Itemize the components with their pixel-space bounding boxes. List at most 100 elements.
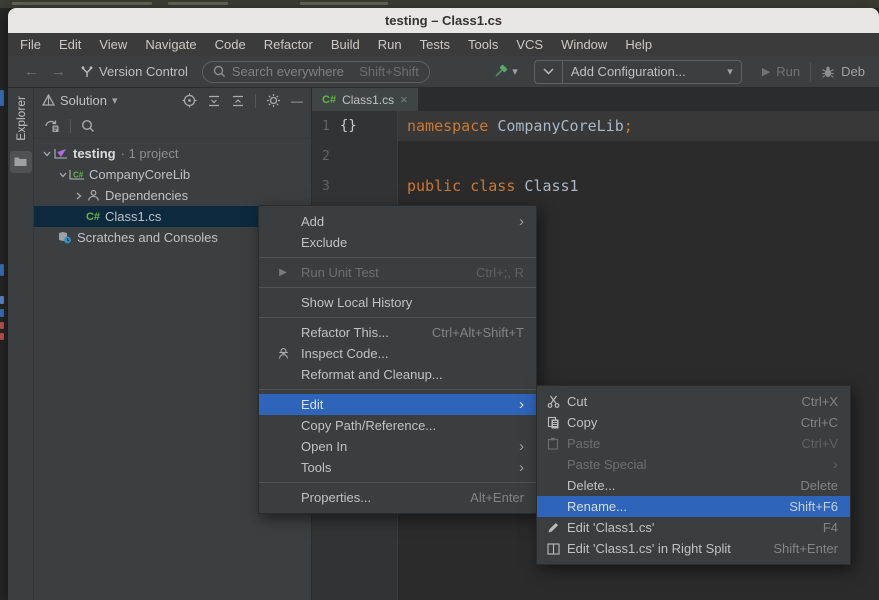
chevron-expanded-icon[interactable] [42, 151, 52, 157]
menu-item-reformat-and-cleanup[interactable]: Reformat and Cleanup... [259, 364, 536, 385]
menu-item-delete[interactable]: Delete... Delete [537, 475, 850, 496]
back-icon[interactable]: ← [18, 63, 45, 80]
csharp-file-icon: C# [84, 211, 102, 223]
hammer-icon [492, 63, 509, 80]
menu-navigate[interactable]: Navigate [136, 35, 205, 54]
title-bar[interactable]: testing – Class1.cs [8, 8, 879, 33]
search-shortcut-hint: Shift+Shift [359, 64, 419, 79]
solution-name: testing [73, 146, 116, 161]
menu-help[interactable]: Help [616, 35, 661, 54]
version-control-button[interactable]: Version Control [80, 64, 188, 79]
locate-file-icon[interactable] [182, 93, 197, 108]
menu-tests[interactable]: Tests [411, 35, 459, 54]
menu-build[interactable]: Build [322, 35, 369, 54]
line-number: 1{} [312, 111, 397, 141]
background-artifact [0, 90, 4, 106]
play-icon: ▶ [762, 65, 770, 78]
chevron-down-icon[interactable]: ▾ [512, 65, 518, 78]
explorer-stripe-label[interactable]: Explorer [14, 96, 28, 141]
solution-icon [52, 147, 70, 160]
scratches-label: Scratches and Consoles [77, 230, 218, 245]
configuration-label-cell[interactable]: Add Configuration... ▾ [563, 64, 741, 79]
background-artifact [0, 322, 4, 329]
folder-icon [14, 156, 27, 167]
scratches-icon [56, 231, 74, 244]
collapse-all-icon[interactable] [231, 94, 245, 108]
cut-icon [547, 395, 560, 408]
chevron-expanded-icon[interactable] [58, 172, 68, 178]
chevron-collapsed-icon[interactable] [74, 192, 84, 200]
solution-view-selector[interactable]: Solution [60, 93, 107, 108]
submenu-arrow-icon: › [833, 457, 838, 472]
menu-run[interactable]: Run [369, 35, 411, 54]
version-control-label: Version Control [99, 64, 188, 79]
menu-item-add[interactable]: Add › [259, 211, 536, 232]
debug-button[interactable]: Deb [811, 64, 869, 79]
menu-item-paste-special[interactable]: Paste Special › [537, 454, 850, 475]
tab-filename: Class1.cs [342, 93, 394, 107]
menu-edit[interactable]: Edit [50, 35, 90, 54]
header-separator [255, 94, 256, 108]
chevron-down-icon[interactable] [535, 61, 563, 83]
menu-item-tools[interactable]: Tools › [259, 457, 536, 478]
submenu-arrow-icon: › [519, 439, 524, 454]
background-artifact [0, 264, 4, 276]
select-opened-file-icon[interactable] [44, 118, 60, 133]
dropdown-arrow-icon[interactable]: ▾ [112, 94, 118, 107]
solution-suffix: · 1 project [121, 146, 179, 161]
line-number: 3 [312, 171, 397, 201]
menu-item-exclude[interactable]: Exclude [259, 232, 536, 253]
submenu-arrow-icon: › [519, 460, 524, 475]
menu-item-properties[interactable]: Properties... Alt+Enter [259, 487, 536, 508]
run-button[interactable]: ▶ Run [752, 64, 810, 79]
menu-item-cut[interactable]: Cut Ctrl+X [537, 391, 850, 412]
gear-icon[interactable] [266, 93, 281, 108]
search-icon[interactable] [81, 119, 95, 133]
menu-item-copy[interactable]: Copy Ctrl+C [537, 412, 850, 433]
menu-item-rename[interactable]: Rename... Shift+F6 [537, 496, 850, 517]
tree-row-solution[interactable]: testing · 1 project [34, 143, 311, 164]
tab-class1[interactable]: C# Class1.cs × [312, 88, 418, 111]
menu-view[interactable]: View [90, 35, 136, 54]
main-toolbar: ← → Version Control Shift+Shift ▾ Add Co… [8, 56, 879, 88]
menu-item-show-local-history[interactable]: Show Local History [259, 292, 536, 313]
search-input[interactable] [232, 64, 350, 79]
solution-view-icon [42, 94, 55, 107]
tree-row-dependencies[interactable]: Dependencies [34, 185, 311, 206]
menu-item-edit-class1[interactable]: Edit 'Class1.cs' F4 [537, 517, 850, 538]
paste-icon [547, 437, 559, 450]
inspect-icon [277, 347, 290, 360]
forward-icon[interactable]: → [45, 63, 72, 80]
run-configuration-select[interactable]: Add Configuration... ▾ [534, 60, 742, 84]
configuration-label: Add Configuration... [571, 64, 686, 79]
expand-all-icon[interactable] [207, 94, 221, 108]
solution-explorer-header: Solution ▾ — [34, 88, 311, 113]
menu-item-open-in[interactable]: Open In › [259, 436, 536, 457]
menu-window[interactable]: Window [552, 35, 616, 54]
branch-icon [80, 65, 94, 79]
background-artifact [168, 2, 228, 5]
build-solution-button[interactable]: ▾ [492, 63, 518, 80]
csharp-file-icon: C# [322, 94, 336, 106]
menu-item-refactor-this[interactable]: Refactor This... Ctrl+Alt+Shift+T [259, 322, 536, 343]
menu-item-edit-class1-right-split[interactable]: Edit 'Class1.cs' in Right Split Shift+En… [537, 538, 850, 559]
close-icon[interactable]: × [400, 92, 408, 107]
hide-panel-icon[interactable]: — [291, 94, 303, 108]
menu-item-run-unit-test[interactable]: ▶ Run Unit Test Ctrl+;, R [259, 262, 536, 283]
menu-vcs[interactable]: VCS [507, 35, 552, 54]
context-menu: Add › Exclude ▶ Run Unit Test Ctrl+;, R … [258, 205, 537, 514]
search-everywhere-box[interactable]: Shift+Shift [202, 61, 430, 83]
menu-item-edit[interactable]: Edit › [259, 394, 536, 415]
menu-item-paste[interactable]: Paste Ctrl+V [537, 433, 850, 454]
explorer-tool-button[interactable] [10, 151, 32, 173]
menu-code[interactable]: Code [206, 35, 255, 54]
copy-icon [547, 416, 560, 429]
panel-sub-toolbar [34, 113, 311, 139]
menu-item-inspect-code[interactable]: Inspect Code... [259, 343, 536, 364]
menu-file[interactable]: File [11, 35, 50, 54]
bug-icon [821, 65, 835, 79]
tree-row-project[interactable]: C# CompanyCoreLib [34, 164, 311, 185]
menu-item-copy-path-reference[interactable]: Copy Path/Reference... [259, 415, 536, 436]
menu-refactor[interactable]: Refactor [255, 35, 322, 54]
menu-tools[interactable]: Tools [459, 35, 507, 54]
